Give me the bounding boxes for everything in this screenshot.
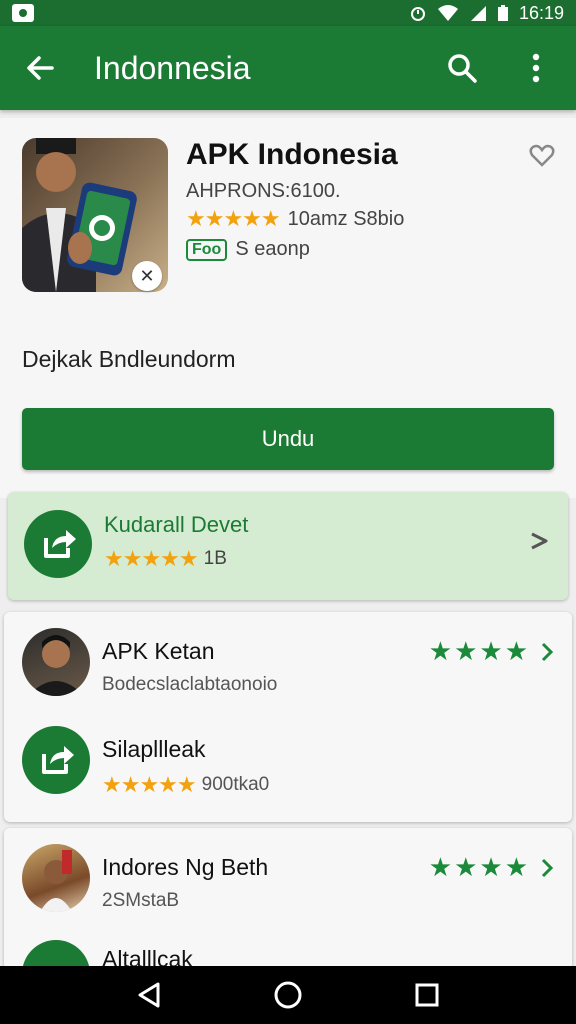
status-bar: 16:19	[0, 0, 576, 26]
avatar	[22, 844, 90, 912]
list-item-subtitle: 2SMstaB	[102, 890, 180, 911]
review-text: 10amz S8bio	[287, 207, 405, 230]
back-triangle-icon[interactable]	[136, 981, 162, 1009]
list-item-title: APK Ketan	[102, 638, 215, 664]
recents-square-icon[interactable]	[414, 982, 440, 1008]
more-options-button[interactable]	[516, 48, 556, 88]
download-button[interactable]: Undu	[22, 408, 554, 470]
app-description: Dejkak Bndleundorm	[22, 346, 236, 372]
alarm-icon	[410, 7, 425, 21]
developer-name[interactable]: AHPRONS:6100.	[186, 180, 341, 203]
search-button[interactable]	[442, 48, 482, 88]
app-name: APK Indonesia	[186, 138, 398, 171]
rating-row: ★★★★★ 10amz S8bio	[186, 206, 404, 232]
list-item-title: Indores Ng Beth	[102, 854, 269, 880]
heart-icon	[529, 144, 555, 167]
chevron-right-icon	[541, 858, 554, 877]
app-list-card: Indores Ng Beth 2SMstaB ★★★★ Altalllcak	[4, 828, 572, 1008]
avatar	[22, 628, 90, 696]
list-item-stars: ★★★★	[428, 852, 530, 882]
featured-stars: ★★★★★	[104, 546, 199, 571]
list-item-meta: ★★★★★ 900tka0	[102, 772, 269, 798]
more-vert-icon	[532, 53, 540, 83]
back-button[interactable]	[20, 48, 60, 88]
free-badge: Foo	[186, 238, 228, 261]
chevron-right-icon	[528, 530, 550, 557]
list-item-stars: ★★★★	[428, 636, 530, 666]
signal-icon	[470, 6, 486, 21]
list-item[interactable]: Silapllleak ★★★★★ 900tka0	[4, 722, 572, 812]
list-item-title: Silapllleak	[102, 736, 206, 762]
app-bar: Indonnesia	[0, 26, 576, 110]
navigation-bar	[0, 966, 576, 1024]
app-header-card: ✕ APK Indonesia AHPRONS:6100. ★★★★★ 10am…	[0, 118, 576, 498]
featured-count: 1B	[203, 548, 227, 569]
list-item-subtitle: Bodecslaclabtaonoio	[102, 674, 278, 695]
tag-row: Foo S eaonp	[186, 238, 310, 261]
page-title: Indonnesia	[94, 49, 251, 86]
wishlist-button[interactable]	[528, 144, 556, 173]
arrow-back-icon	[27, 56, 54, 80]
rating-stars: ★★★★★	[186, 206, 281, 231]
featured-title: Kudarall Devet	[104, 512, 249, 537]
wifi-icon	[437, 5, 458, 21]
list-item[interactable]: Indores Ng Beth 2SMstaB ★★★★	[4, 840, 572, 930]
featured-meta: ★★★★★ 1B	[104, 546, 227, 572]
home-circle-icon[interactable]	[273, 980, 303, 1010]
close-icon[interactable]: ✕	[132, 261, 162, 291]
search-icon	[448, 54, 477, 83]
list-item-stars: ★★★★★	[102, 772, 197, 797]
clock: 16:19	[518, 2, 564, 23]
featured-app-card[interactable]: Kudarall Devet ★★★★★ 1B	[8, 492, 568, 600]
category-text: S eaonp	[235, 238, 310, 260]
list-item[interactable]: APK Ketan Bodecslaclabtaonoio ★★★★	[4, 624, 572, 714]
share-app-icon	[24, 510, 92, 578]
chevron-right-icon	[541, 642, 554, 661]
share-app-icon	[22, 726, 90, 794]
battery-icon	[497, 5, 508, 21]
list-item-count: 900tka0	[201, 774, 270, 795]
notification-icon	[12, 4, 34, 22]
app-list-card: APK Ketan Bodecslaclabtaonoio ★★★★ Silap…	[4, 612, 572, 822]
